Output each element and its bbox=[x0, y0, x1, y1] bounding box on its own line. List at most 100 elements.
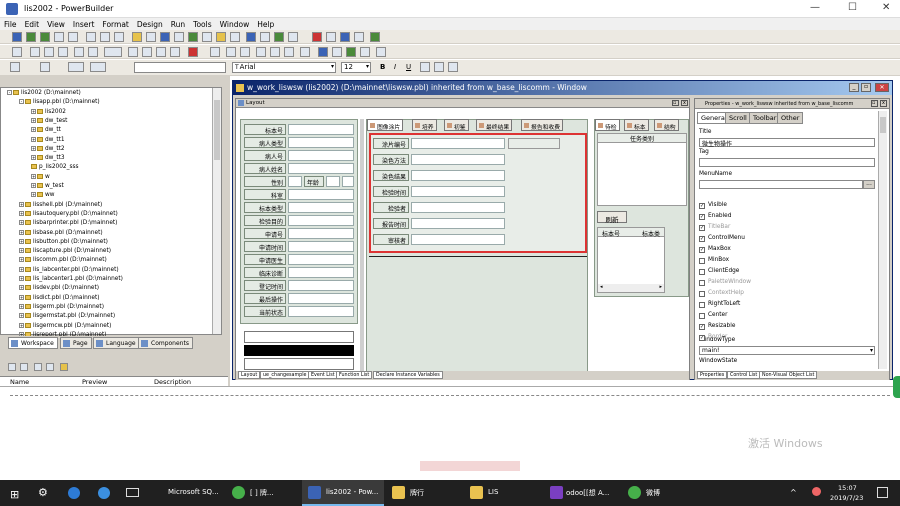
align-right-icon[interactable] bbox=[448, 62, 458, 72]
task-sql[interactable]: Microsoft SQ... bbox=[168, 488, 219, 496]
tool-icon-14[interactable] bbox=[340, 32, 350, 42]
library-icon[interactable] bbox=[86, 32, 96, 42]
save-icon[interactable] bbox=[12, 47, 22, 57]
tree-node[interactable]: + liscapture.pbl (D:\mainnet) bbox=[19, 248, 111, 254]
expand-icon[interactable]: + bbox=[31, 192, 36, 198]
tool-icon-27[interactable] bbox=[318, 47, 328, 57]
font-name-select[interactable]: TArial ▾ bbox=[232, 62, 336, 73]
tree-node[interactable]: + lisbutton.pbl (D:\mainnet) bbox=[19, 238, 108, 245]
expand-icon[interactable]: + bbox=[19, 238, 24, 244]
tree-node[interactable]: + dw_tt2 bbox=[31, 145, 65, 152]
expand-icon[interactable]: + bbox=[19, 303, 24, 309]
find-icon[interactable] bbox=[256, 47, 266, 57]
tree-node[interactable]: + lis2002 bbox=[31, 108, 66, 115]
italic-button[interactable]: I bbox=[394, 63, 396, 71]
expand-icon[interactable]: + bbox=[31, 127, 36, 133]
lib-tool-icon-5[interactable] bbox=[60, 363, 68, 371]
patient-field-input[interactable] bbox=[288, 137, 354, 148]
expand-icon[interactable]: + bbox=[31, 183, 36, 188]
props-close-icon[interactable]: x bbox=[880, 100, 887, 107]
tab-structure[interactable]: 结构 bbox=[654, 119, 679, 131]
property-checkbox[interactable]: ✓ bbox=[699, 335, 705, 341]
menuname-browse-button[interactable]: ... bbox=[863, 180, 875, 189]
patient-field-input[interactable] bbox=[288, 241, 354, 252]
tree-node[interactable]: + lisautoquery.pbl (D:\mainnet) bbox=[19, 210, 118, 217]
layout-max-icon[interactable]: ▫ bbox=[672, 100, 679, 106]
patient-field-input[interactable] bbox=[288, 306, 354, 317]
expand-icon[interactable]: + bbox=[31, 155, 36, 161]
property-checkbox[interactable] bbox=[699, 258, 705, 264]
tool-icon-9[interactable] bbox=[246, 32, 256, 42]
property-checkbox[interactable]: ✓ bbox=[699, 236, 705, 242]
tool-icon-19[interactable] bbox=[156, 47, 166, 57]
align-center-icon[interactable] bbox=[434, 62, 444, 72]
expand-icon[interactable]: + bbox=[19, 248, 24, 254]
tool-icon-2[interactable] bbox=[146, 32, 156, 42]
tab-language[interactable]: Language bbox=[93, 337, 140, 349]
run-icon[interactable] bbox=[54, 32, 64, 42]
expand-icon[interactable]: + bbox=[31, 117, 36, 123]
font-size-select[interactable]: 12 ▾ bbox=[341, 62, 371, 73]
tool-icon-25[interactable] bbox=[284, 47, 294, 57]
tree-scrollbar[interactable] bbox=[212, 88, 221, 334]
output-area[interactable]: 激活 Windows bbox=[0, 386, 900, 480]
tool-icon-10[interactable] bbox=[260, 32, 270, 42]
align-left-icon[interactable] bbox=[420, 62, 430, 72]
workspace-tree[interactable]: - lis2002 (D:\mainnet) - lisapp.pbl (D:\mai… bbox=[0, 87, 222, 338]
tool-icon-33[interactable] bbox=[40, 62, 50, 72]
col-description[interactable]: Description bbox=[154, 378, 191, 386]
expand-icon[interactable]: + bbox=[19, 229, 24, 235]
tree-node[interactable]: + lisdev.pbl (D:\mainnet) bbox=[19, 285, 99, 291]
tool-icon-6[interactable] bbox=[202, 32, 212, 42]
tab-workspace[interactable]: Workspace bbox=[8, 337, 58, 349]
inherit-icon[interactable] bbox=[40, 32, 50, 42]
debug-icon[interactable] bbox=[68, 32, 78, 42]
tool-icon-7[interactable] bbox=[216, 32, 226, 42]
lib-tool-icon-2[interactable] bbox=[20, 363, 28, 371]
smear-field-input[interactable] bbox=[411, 234, 505, 245]
windowtype-select[interactable]: main! ▾ bbox=[699, 346, 875, 355]
task-lis[interactable]: LIS bbox=[488, 488, 498, 496]
property-checkbox[interactable] bbox=[699, 291, 705, 297]
tag-input[interactable] bbox=[699, 158, 875, 167]
tool-icon-20[interactable] bbox=[170, 47, 180, 57]
dropdown-icon[interactable] bbox=[104, 47, 122, 57]
clock-time[interactable]: 15:07 bbox=[838, 484, 857, 492]
tool-icon-24[interactable] bbox=[270, 47, 280, 57]
tool-icon-13[interactable] bbox=[326, 32, 336, 42]
tree-node[interactable]: + dw_tt1 bbox=[31, 136, 65, 143]
tab-components[interactable]: Components bbox=[138, 337, 193, 349]
age-field[interactable] bbox=[326, 176, 340, 187]
k-app-icon[interactable] bbox=[98, 487, 110, 499]
props-tab-scroll[interactable]: Scroll bbox=[725, 112, 751, 124]
tree-node[interactable]: + lisgermcw.pbl (D:\mainnet) bbox=[19, 322, 111, 329]
layout-close-icon[interactable]: x bbox=[681, 100, 688, 106]
settings-icon[interactable]: ⚙ bbox=[38, 486, 48, 499]
tab-report-charge[interactable]: 报告和收费 bbox=[521, 119, 563, 131]
mail-icon[interactable] bbox=[126, 488, 139, 497]
tree-node[interactable]: + lisbarprinter.pbl (D:\mainnet) bbox=[19, 220, 117, 226]
tree-node[interactable]: + ww bbox=[31, 192, 54, 198]
tool-icon-21[interactable] bbox=[210, 47, 220, 57]
layout-icon[interactable] bbox=[114, 32, 124, 42]
workspace-icon[interactable] bbox=[100, 32, 110, 42]
tool-icon-22[interactable] bbox=[226, 47, 236, 57]
task-weibo-icon[interactable] bbox=[628, 486, 641, 499]
tool-icon-32[interactable] bbox=[10, 62, 20, 72]
underline-button[interactable]: U bbox=[406, 63, 411, 71]
smear-field-input[interactable] bbox=[411, 154, 505, 165]
age-unit-field[interactable] bbox=[342, 176, 354, 187]
bold-button[interactable]: B bbox=[380, 63, 385, 71]
expand-icon[interactable]: + bbox=[31, 145, 36, 151]
expand-icon[interactable]: + bbox=[31, 173, 36, 179]
painter-tab-layout[interactable]: Layout bbox=[238, 371, 261, 379]
lib-tool-icon-1[interactable] bbox=[8, 363, 16, 371]
task-4[interactable]: 牌行 bbox=[410, 488, 424, 498]
painter-tab-event-list[interactable]: Event List bbox=[308, 371, 338, 379]
smear-field-input[interactable] bbox=[411, 138, 505, 149]
property-checkbox[interactable]: ✓ bbox=[699, 247, 705, 253]
expand-icon[interactable]: + bbox=[19, 220, 24, 226]
expand-icon[interactable]: + bbox=[19, 294, 24, 300]
tree-node[interactable]: + w_test bbox=[31, 183, 64, 189]
patient-field-input[interactable] bbox=[288, 280, 354, 291]
